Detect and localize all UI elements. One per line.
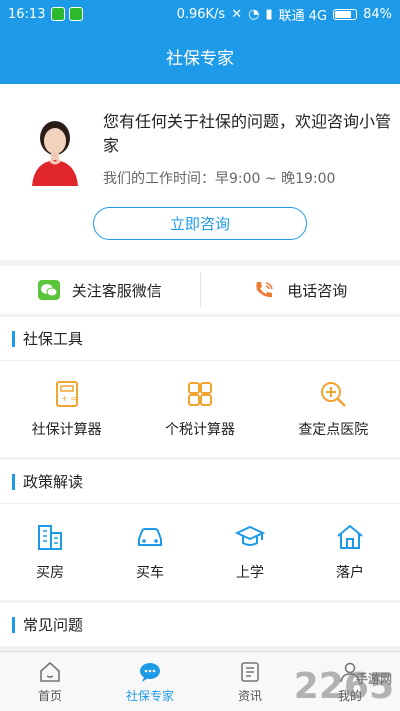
policy-label: 买房: [36, 565, 64, 581]
section-marker: [12, 473, 15, 490]
section-policy-title: 政策解读: [23, 473, 84, 491]
svg-text:+ =: + =: [61, 394, 77, 403]
hospital-search-icon: [321, 382, 347, 407]
advisor-avatar: [32, 121, 78, 186]
phone-consult-button[interactable]: 电话咨询: [201, 266, 400, 314]
tab-expert[interactable]: 社保专家: [100, 652, 200, 711]
news-icon: [241, 661, 259, 682]
policy-grid: 买房 买车 上学 落户: [0, 504, 400, 600]
section-tools-header: 社保工具: [0, 317, 400, 361]
policy-buy-car[interactable]: 买车: [100, 504, 200, 600]
building-icon: [38, 525, 62, 550]
wifi-icon: ◔: [248, 6, 260, 22]
chat-bubble-icon: [140, 662, 160, 682]
battery-level: 84%: [363, 6, 392, 22]
phone-label: 电话咨询: [287, 281, 348, 300]
bottom-nav: 首页 社保专家 资讯 我的: [0, 651, 400, 711]
consult-card: 您有任何关于社保的问题，欢迎咨询小管家 我们的工作时间：早9:00 ~ 晚19:…: [0, 84, 400, 260]
battery-icon: [333, 8, 358, 20]
find-hospital[interactable]: 查定点医院: [267, 361, 400, 457]
section-faq-header: 常见问题: [0, 603, 400, 647]
app-header: 社保专家: [0, 28, 400, 84]
mute-icon: ✕: [231, 6, 243, 22]
section-marker: [12, 330, 15, 347]
tool-label: 查定点医院: [298, 422, 369, 438]
contact-row: 关注客服微信 电话咨询: [0, 266, 400, 314]
working-hours: 我们的工作时间：早9:00 ~ 晚19:00: [103, 171, 336, 187]
tab-label: 社保专家: [125, 688, 174, 703]
consult-message: 您有任何关于社保的问题，欢迎咨询小管家: [103, 112, 392, 155]
signal-icon: ▮: [265, 6, 273, 22]
consult-now-button[interactable]: 立即咨询: [93, 207, 307, 240]
home-icon: [40, 661, 60, 682]
social-security-calculator[interactable]: + = 社保计算器: [0, 361, 133, 457]
tab-label: 我的: [337, 688, 362, 703]
carrier: 联通 4G: [278, 8, 328, 24]
tool-label: 个税计算器: [164, 422, 235, 438]
tool-label: 社保计算器: [31, 422, 102, 438]
policy-school[interactable]: 上学: [200, 504, 300, 600]
tax-calculator[interactable]: 个税计算器: [133, 361, 266, 457]
policy-buy-house[interactable]: 买房: [0, 504, 100, 600]
app-notification-icon: [69, 7, 84, 21]
user-icon: [340, 662, 360, 682]
graduation-cap-icon: [235, 525, 265, 546]
tab-news[interactable]: 资讯: [200, 652, 300, 711]
tools-grid: + = 社保计算器 个税计算器 查定点医院: [0, 361, 400, 457]
notification-icon: [51, 7, 66, 21]
section-faq-title: 常见问题: [23, 616, 84, 634]
tab-label: 首页: [37, 688, 62, 703]
network-speed: 0.96K/s: [176, 6, 226, 22]
phone-icon: [256, 282, 273, 298]
house-icon: [337, 524, 363, 549]
wechat-label: 关注客服微信: [71, 281, 162, 300]
section-marker: [12, 616, 15, 633]
follow-wechat-button[interactable]: 关注客服微信: [0, 266, 200, 314]
tax-calculator-icon: [187, 382, 212, 406]
status-bar: 16:13 0.96K/s ✕ ◔ ▮ 联通 4G 84%: [0, 0, 400, 28]
tab-home[interactable]: 首页: [0, 652, 100, 711]
page-title: 社保专家: [166, 48, 234, 69]
car-icon: [138, 528, 162, 546]
section-policy-header: 政策解读: [0, 460, 400, 504]
policy-residency[interactable]: 落户: [300, 504, 400, 600]
wechat-icon: [37, 280, 60, 300]
tab-label: 资讯: [237, 688, 262, 703]
tab-me[interactable]: 我的: [300, 652, 400, 711]
policy-label: 落户: [336, 565, 364, 581]
section-tools-title: 社保工具: [23, 330, 84, 348]
status-time: 16:13: [8, 6, 46, 22]
policy-label: 上学: [236, 565, 264, 581]
calculator-icon: + =: [55, 381, 78, 407]
policy-label: 买车: [136, 565, 164, 581]
